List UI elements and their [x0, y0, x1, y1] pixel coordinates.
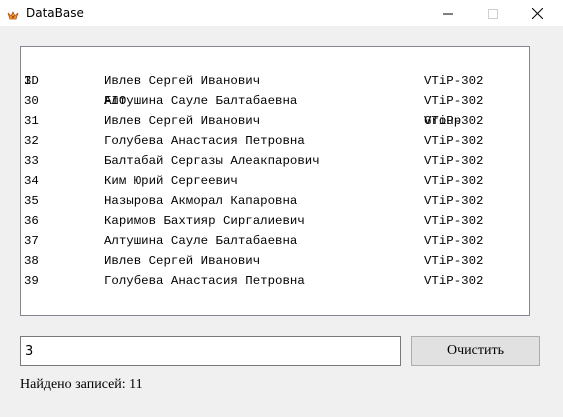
record-fio: Голубева Анастасия Петровна: [104, 274, 305, 288]
record-group: VTiP-302: [424, 254, 484, 268]
list-item[interactable]: 35 Назырова Акморал Капаровна VTiP-302: [24, 191, 526, 211]
record-fio: Ким Юрий Сергеевич: [104, 174, 238, 188]
record-group: VTiP-302: [424, 74, 484, 88]
list-item[interactable]: 31 Ивлев Сергей Иванович VTiP-302: [24, 111, 526, 131]
close-button[interactable]: [515, 0, 560, 26]
list-item[interactable]: 3 Ивлев Сергей Иванович VTiP-302: [24, 71, 526, 91]
record-group: VTiP-302: [424, 174, 484, 188]
record-id: 38: [24, 254, 39, 268]
record-fio: Ивлев Сергей Иванович: [104, 254, 261, 268]
minimize-button[interactable]: [425, 0, 470, 26]
record-id: 32: [24, 134, 39, 148]
record-fio: Алтушина Сауле Балтабаевна: [104, 94, 298, 108]
list-item[interactable]: 38 Ивлев Сергей Иванович VTiP-302: [24, 251, 526, 271]
record-id: 33: [24, 154, 39, 168]
list-item[interactable]: 32 Голубева Анастасия Петровна VTiP-302: [24, 131, 526, 151]
list-item[interactable]: 39 Голубева Анастасия Петровна VTiP-302: [24, 271, 526, 291]
window-title: DataBase: [26, 6, 84, 20]
record-group: VTiP-302: [424, 194, 484, 208]
record-group: VTiP-302: [424, 114, 484, 128]
records-listbox[interactable]: ID FIO Group 3 Ивлев Сергей Иванович VTiP-…: [20, 46, 530, 316]
minimize-icon: [442, 4, 453, 23]
close-icon: [531, 4, 544, 23]
record-id: 39: [24, 274, 39, 288]
list-item[interactable]: 33 Балтабай Сергазы Алеакпарович VTiP-302: [24, 151, 526, 171]
record-group: VTiP-302: [424, 214, 484, 228]
record-fio: Ивлев Сергей Иванович: [104, 114, 261, 128]
list-item[interactable]: 36 Каримов Бахтияр Сиргалиевич VTiP-302: [24, 211, 526, 231]
app-icon: [7, 7, 19, 20]
title-bar[interactable]: DataBase: [0, 0, 563, 26]
record-fio: Назырова Акморал Капаровна: [104, 194, 298, 208]
records-list: ID FIO Group 3 Ивлев Сергей Иванович VTiP-…: [24, 51, 526, 291]
record-group: VTiP-302: [424, 134, 484, 148]
list-item[interactable]: 37 Алтушина Сауле Балтабаевна VTiP-302: [24, 231, 526, 251]
record-id: 34: [24, 174, 39, 188]
record-id: 37: [24, 234, 39, 248]
record-id: 3: [24, 74, 32, 88]
record-id: 30: [24, 94, 39, 108]
record-fio: Алтушина Сауле Балтабаевна: [104, 234, 298, 248]
maximize-icon: [487, 4, 498, 23]
record-id: 36: [24, 214, 39, 228]
record-id: 31: [24, 114, 39, 128]
record-group: VTiP-302: [424, 94, 484, 108]
maximize-button[interactable]: [470, 0, 515, 26]
record-group: VTiP-302: [424, 274, 484, 288]
list-header-row: ID FIO Group: [24, 51, 526, 128]
record-group: VTiP-302: [424, 154, 484, 168]
record-fio: Каримов Бахтияр Сиргалиевич: [104, 214, 305, 228]
search-input[interactable]: [20, 336, 401, 366]
record-group: VTiP-302: [424, 234, 484, 248]
list-item[interactable]: 30 Алтушина Сауле Балтабаевна VTiP-302: [24, 91, 526, 111]
record-id: 35: [24, 194, 39, 208]
records-found-status: Найдено записей: 11: [20, 377, 143, 392]
record-fio: Балтабай Сергазы Алеакпарович: [104, 154, 320, 168]
clear-button[interactable]: Очистить: [411, 336, 540, 366]
record-fio: Голубева Анастасия Петровна: [104, 134, 305, 148]
app-window: DataBase ID FIO Group 3 Ивлев Сергей Иван…: [0, 0, 563, 417]
list-item[interactable]: 34 Ким Юрий Сергеевич VTiP-302: [24, 171, 526, 191]
record-fio: Ивлев Сергей Иванович: [104, 74, 261, 88]
